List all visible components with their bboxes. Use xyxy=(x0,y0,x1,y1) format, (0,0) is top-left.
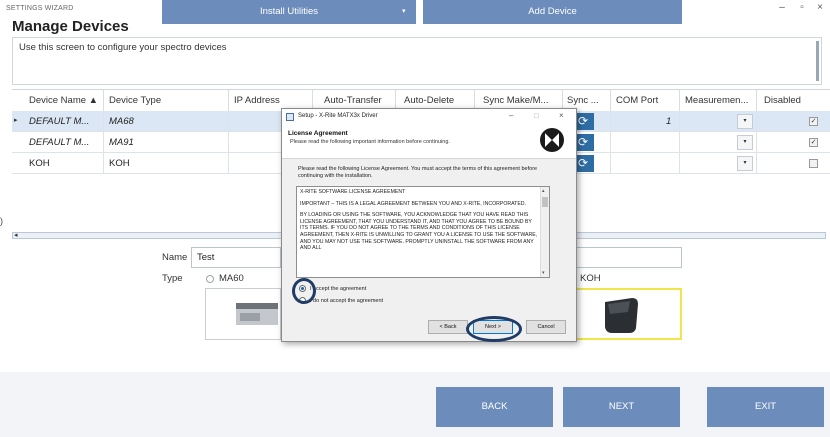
next-highlight-circle xyxy=(466,316,522,342)
column-header-auto-delete[interactable]: Auto-Delete xyxy=(404,95,454,106)
koh-device-image xyxy=(605,298,638,333)
setup-dialog: Setup - X-Rite MATX3x Driver – □ × Licen… xyxy=(281,108,577,342)
close-button[interactable]: × xyxy=(812,2,828,13)
dialog-close-button[interactable]: × xyxy=(559,111,564,120)
device-card-koh[interactable] xyxy=(568,288,682,340)
disabled-checkbox[interactable]: ✓ xyxy=(809,117,818,126)
ma60-device-image xyxy=(236,303,278,325)
install-utilities-label: Install Utilities xyxy=(259,6,319,17)
disabled-checkbox[interactable]: ✓ xyxy=(809,138,818,147)
column-header-auto-transfer[interactable]: Auto-Transfer xyxy=(324,95,382,106)
exit-button[interactable]: EXIT xyxy=(707,387,824,427)
accept-option-label[interactable]: I accept the agreement xyxy=(310,286,366,292)
left-edge-marker: ) xyxy=(0,216,3,226)
chevron-left-icon[interactable]: ◂ xyxy=(14,231,18,239)
cell-device-type: KOH xyxy=(109,158,130,169)
xrite-logo-icon xyxy=(540,128,564,152)
dialog-instruction: Please read the following License Agreem… xyxy=(298,166,538,179)
license-text: X-RITE SOFTWARE LICENSE AGREEMENT IMPORT… xyxy=(300,189,540,257)
device-name-input[interactable]: Test xyxy=(191,247,281,268)
setup-icon xyxy=(286,113,294,121)
maximize-button[interactable]: ▫ xyxy=(794,2,810,13)
type-option-koh: KOH xyxy=(580,273,601,284)
footer-bar xyxy=(0,372,830,437)
description-text: Use this screen to configure your spectr… xyxy=(19,42,227,53)
row-selector-icon: ▸ xyxy=(14,117,18,124)
type-label: Type xyxy=(162,273,183,284)
scroll-up-icon[interactable]: ▴ xyxy=(542,188,545,194)
decline-option-label[interactable]: I do not accept the agreement xyxy=(310,298,383,304)
page-title: Manage Devices xyxy=(12,18,129,35)
description-box: Use this screen to configure your spectr… xyxy=(12,37,822,85)
license-text-box[interactable]: X-RITE SOFTWARE LICENSE AGREEMENT IMPORT… xyxy=(296,186,550,278)
dialog-maximize-button: □ xyxy=(534,111,539,120)
minimize-button[interactable]: – xyxy=(774,2,790,13)
cell-device-type: MA91 xyxy=(109,137,134,148)
disabled-checkbox[interactable] xyxy=(809,159,818,168)
measurement-dropdown[interactable]: ▾ xyxy=(737,135,753,150)
cell-device-type: MA68 xyxy=(109,116,134,127)
dialog-subheading: Please read the following important info… xyxy=(290,139,450,145)
dialog-title-bar: Setup - X-Rite MATX3x Driver – □ × xyxy=(282,109,576,125)
accept-highlight-circle xyxy=(292,278,316,304)
dialog-title: Setup - X-Rite MATX3x Driver xyxy=(298,113,378,119)
column-header-ip-address[interactable]: IP Address xyxy=(234,95,280,106)
measurement-dropdown[interactable]: ▾ xyxy=(737,156,753,171)
column-header-disabled[interactable]: Disabled xyxy=(764,95,801,106)
window-title: SETTINGS WIZARD xyxy=(6,5,74,12)
license-paragraph: BY LOADING OR USING THE SOFTWARE, YOU AC… xyxy=(300,212,538,252)
license-paragraph: X-RITE SOFTWARE LICENSE AGREEMENT xyxy=(300,189,406,195)
cell-device-name: DEFAULT M... xyxy=(29,116,90,127)
column-header-sync[interactable]: Sync ... xyxy=(567,95,599,106)
name-label: Name xyxy=(162,252,188,263)
column-header-device-type[interactable]: Device Type xyxy=(109,95,161,106)
dialog-minimize-button[interactable]: – xyxy=(509,111,513,120)
dialog-back-button[interactable]: < Back xyxy=(428,320,468,334)
cell-device-name: KOH xyxy=(29,158,50,169)
settings-wizard-window: SETTINGS WIZARD ⌄ – ▫ × Manage Devices U… xyxy=(0,0,830,437)
cell-device-name: DEFAULT M... xyxy=(29,137,90,148)
install-utilities-button[interactable]: Install Utilities ▾ xyxy=(162,0,416,24)
type-option-ma60: MA60 xyxy=(219,273,244,284)
column-header-sync-make[interactable]: Sync Make/M... xyxy=(483,95,548,106)
column-header-measurement[interactable]: Measuremen... xyxy=(685,95,748,106)
column-header-com-port[interactable]: COM Port xyxy=(616,95,658,106)
scroll-thumb[interactable] xyxy=(542,197,548,207)
back-button[interactable]: BACK xyxy=(436,387,553,427)
next-button[interactable]: NEXT xyxy=(563,387,680,427)
chevron-down-icon[interactable]: ▾ xyxy=(402,0,406,24)
dialog-header: License Agreement Please read the follow… xyxy=(282,125,576,159)
license-scrollbar[interactable]: ▴ ▾ xyxy=(540,187,549,277)
type-radio-ma60[interactable] xyxy=(206,275,214,283)
column-header-device-name[interactable]: Device Name ▲ xyxy=(29,95,98,106)
add-device-button[interactable]: Add Device xyxy=(423,0,682,24)
measurement-dropdown[interactable]: ▾ xyxy=(737,114,753,129)
dialog-heading: License Agreement xyxy=(288,130,348,137)
cell-com-port: 1 xyxy=(666,116,672,127)
dialog-cancel-button[interactable]: Cancel xyxy=(526,320,566,334)
license-paragraph: IMPORTANT – THIS IS A LEGAL AGREEMENT BE… xyxy=(300,200,526,207)
device-card-ma60[interactable] xyxy=(205,288,281,340)
description-scrollbar[interactable] xyxy=(816,41,819,81)
scroll-down-icon[interactable]: ▾ xyxy=(542,270,545,276)
